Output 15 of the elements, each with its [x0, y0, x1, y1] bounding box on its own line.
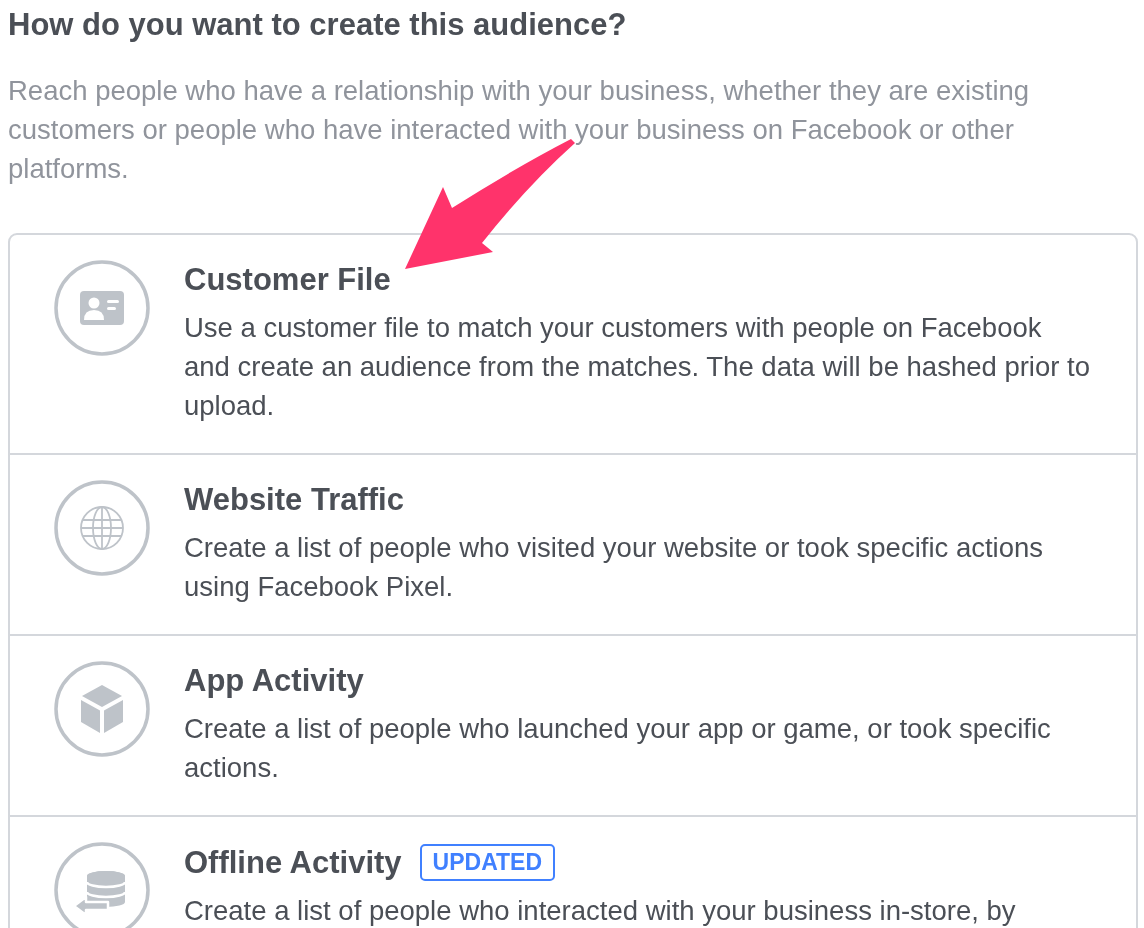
option-title[interactable]: Offline Activity	[184, 844, 402, 881]
option-description: Use a customer file to match your customers with people on Facebook and create an audience from the matches. The data will be hashed prior to upload.	[184, 311, 1091, 423]
intro-text: Reach people who have a relationship with your business, whether they are existing customers or people who have interacted with your business on Facebook or other platforms.	[8, 74, 1031, 186]
option-description: Create a list of people who visited your website or took specific actions using Facebook Pixel.	[184, 531, 1045, 604]
option-title[interactable]: Customer File	[184, 262, 391, 298]
option-title[interactable]: Website Traffic	[184, 482, 404, 518]
page-heading: How do you want to create this audience?	[8, 6, 627, 41]
option-title[interactable]: App Activity	[184, 663, 364, 699]
contact-card-icon	[54, 260, 150, 356]
option-description: Create a list of people who launched your app or game, or took specific actions.	[184, 712, 1052, 785]
database-sync-icon	[54, 842, 150, 928]
status-badge: UPDATED	[419, 844, 556, 881]
globe-icon	[54, 480, 150, 576]
cube-icon	[54, 661, 150, 757]
option-description: Create a list of people who interacted with your business in-store, by	[184, 894, 1017, 928]
